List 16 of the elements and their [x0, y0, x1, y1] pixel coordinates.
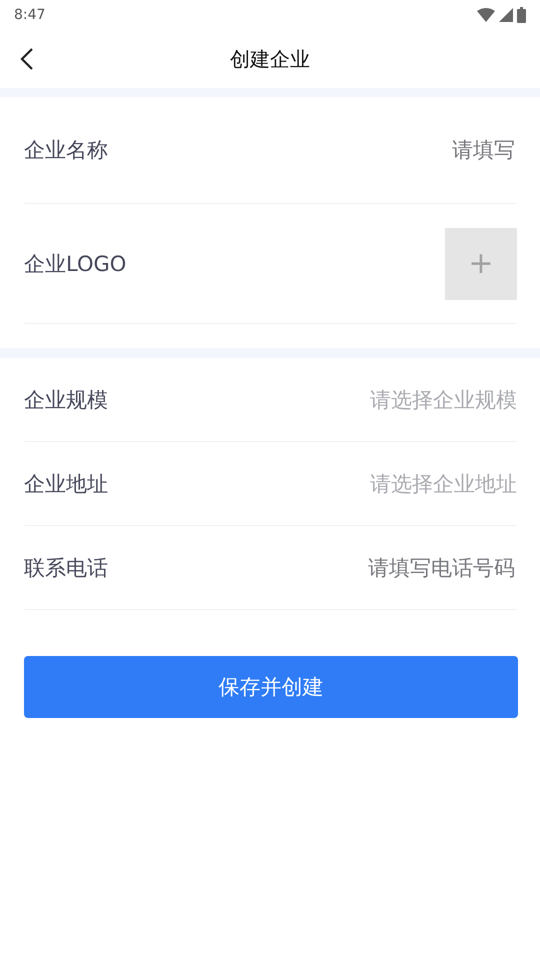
status-time: 8:47 — [14, 7, 46, 23]
select-field[interactable]: 请选择企业地址 — [370, 470, 517, 498]
field-label: 联系电话 — [24, 554, 108, 582]
field-label: 企业LOGO — [24, 250, 126, 278]
select-field[interactable]: 请选择企业规模 — [370, 386, 517, 414]
text-field[interactable]: 请填写 — [253, 137, 517, 163]
field-label: 企业地址 — [24, 470, 108, 498]
wifi-icon — [477, 8, 495, 22]
save-button[interactable]: 保存并创建 — [24, 656, 518, 718]
signal-icon — [499, 8, 513, 22]
battery-icon — [517, 7, 526, 23]
text-field[interactable]: 请填写电话号码 — [253, 554, 517, 580]
page-title: 创建企业 — [230, 46, 310, 72]
field-label: 企业名称 — [24, 137, 108, 164]
field-label: 企业规模 — [24, 386, 108, 414]
upload-button[interactable]: + — [445, 228, 517, 300]
